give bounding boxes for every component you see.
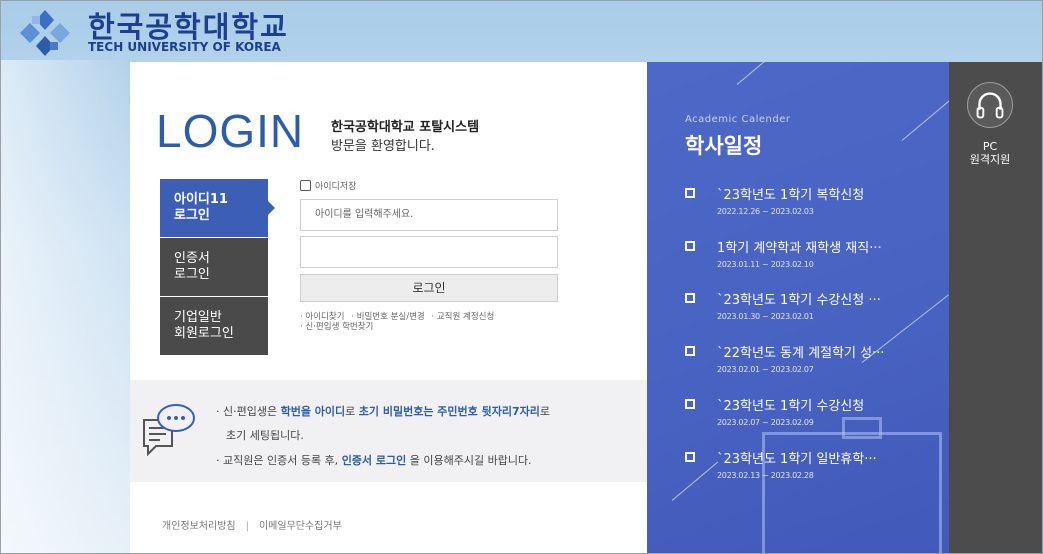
- academic-calendar-panel: Academic Calender 학사일정 `23학년도 1학기 복학신청 2…: [647, 62, 949, 554]
- notice-text: 로: [345, 405, 359, 418]
- staff-account-request-link[interactable]: · 교직원 계정신청: [431, 312, 494, 322]
- calendar-item-date: 2023.01.11 ~ 2023.02.10: [717, 260, 814, 269]
- remote-label-line: PC: [982, 140, 998, 153]
- calendar-item-title[interactable]: `23학년도 1학기 수강신청 ···: [717, 289, 933, 308]
- calendar-item-title[interactable]: `22학년도 동계 계절학기 성···: [717, 342, 933, 361]
- notice-text: 을 이용해주시길 바랍니다.: [406, 454, 532, 467]
- portal-name: 한국공학대학교 포탈시스템: [331, 120, 480, 135]
- decorative-line: [671, 461, 719, 501]
- university-logo-icon[interactable]: [16, 8, 74, 58]
- find-student-number-link[interactable]: · 신·편입생 학번찾기: [300, 322, 373, 332]
- square-bullet-icon: [685, 346, 695, 356]
- notice-line-2: 초기 세팅됩니다.: [226, 429, 304, 442]
- email-policy-link[interactable]: 이메일무단수집거부: [259, 521, 342, 532]
- calendar-item-date: 2022.12.26 ~ 2023.02.03: [717, 207, 814, 216]
- square-bullet-icon: [685, 399, 695, 409]
- calendar-title: 학사일정: [685, 134, 763, 158]
- square-bullet-icon: [685, 293, 695, 303]
- tab-label: 회원로그인: [174, 326, 234, 341]
- calendar-item-date: 2023.02.07 ~ 2023.02.09: [717, 418, 814, 427]
- notice-text: 로: [539, 405, 550, 418]
- header: 한국공학대학교 TECH UNIVERSITY OF KOREA: [0, 0, 1043, 62]
- find-id-link[interactable]: · 아이디찾기: [300, 312, 345, 322]
- login-button[interactable]: 로그인: [300, 274, 558, 302]
- login-panel: LOGIN 한국공학대학교 포탈시스템 방문을 환영합니다. 아이디11 로그인…: [130, 62, 647, 554]
- decorative-line: [901, 95, 949, 141]
- calendar-item-date: 2023.02.13 ~ 2023.02.28: [717, 471, 814, 480]
- square-bullet-icon: [685, 452, 695, 462]
- square-bullet-icon: [685, 188, 695, 198]
- tab-label: 아이디11: [174, 192, 228, 207]
- checkbox-box[interactable]: [300, 180, 311, 191]
- calendar-title-en: Academic Calender: [685, 114, 791, 125]
- calendar-item-date: 2023.02.01 ~ 2023.02.07: [717, 365, 814, 374]
- headphones-icon: [976, 92, 1004, 119]
- footer-links: 개인정보처리방침 | 이메일무단수집거부: [162, 517, 342, 532]
- password-reset-link[interactable]: · 비밀번호 분실/변경: [351, 312, 425, 322]
- logo-english-name[interactable]: TECH UNIVERSITY OF KOREA: [88, 40, 281, 54]
- footer-separator: |: [245, 521, 249, 532]
- pc-remote-support-panel[interactable]: PC 원격지원: [949, 62, 1043, 554]
- notice-box: · 신·편입생은 학번을 아이디로 초기 비밀번호는 주민번호 뒷자리7자리로 …: [130, 380, 647, 482]
- save-id-label: 아이디저장: [315, 182, 357, 192]
- account-links: · 아이디찾기 · 비밀번호 분실/변경 · 교직원 계정신청 · 신·편입생 …: [300, 312, 498, 332]
- notice-highlight: 학번을 아이디: [280, 405, 346, 418]
- password-input[interactable]: [300, 236, 558, 268]
- notice-text: · 교직원은 인증서 등록 후,: [216, 454, 342, 467]
- remote-label-line: 원격지원: [969, 153, 1011, 166]
- privacy-policy-link[interactable]: 개인정보처리방침: [162, 521, 236, 532]
- decorative-line: [736, 62, 784, 85]
- tab-label: 로그인: [174, 208, 210, 223]
- notice-line-3: · 교직원은 인증서 등록 후, 인증서 로그인 을 이용해주시길 바랍니다.: [216, 452, 532, 468]
- tab-corporate-member-login[interactable]: 기업일반 회원로그인: [160, 297, 268, 355]
- id-input[interactable]: 아이디를 입력해주세요.: [300, 199, 558, 231]
- remote-support-label[interactable]: PC 원격지원: [949, 140, 1031, 166]
- calendar-item-title[interactable]: `23학년도 1학기 일반휴학···: [717, 448, 933, 467]
- background-sky: [0, 60, 130, 554]
- remote-support-button[interactable]: [967, 82, 1013, 128]
- tab-id-login[interactable]: 아이디11 로그인: [160, 179, 275, 237]
- welcome-text: 방문을 환영합니다.: [331, 139, 435, 154]
- save-id-checkbox[interactable]: 아이디저장: [300, 179, 356, 192]
- tab-label: 로그인: [174, 267, 210, 282]
- notice-text: · 신·편입생은: [216, 405, 281, 418]
- calendar-item-title[interactable]: `23학년도 1학기 수강신청: [717, 395, 933, 414]
- tab-label: 인증서: [174, 251, 210, 266]
- notice-highlight: 초기 비밀번호는 주민번호 뒷자리7자리: [358, 405, 540, 418]
- building-outline: [842, 417, 882, 439]
- tab-label: 기업일반: [174, 310, 222, 325]
- square-bullet-icon: [685, 241, 695, 251]
- chat-bubble-icon: [143, 404, 195, 456]
- calendar-item-date: 2023.01.30 ~ 2023.02.01: [717, 312, 814, 321]
- notice-highlight: 인증서 로그인: [341, 454, 407, 467]
- tab-certificate-login[interactable]: 인증서 로그인: [160, 238, 268, 296]
- login-title: LOGIN: [156, 105, 305, 157]
- calendar-item-title[interactable]: 1학기 계약학과 재학생 재직···: [717, 237, 933, 256]
- calendar-item-title[interactable]: `23학년도 1학기 복학신청: [717, 184, 933, 203]
- notice-line-1: · 신·편입생은 학번을 아이디로 초기 비밀번호는 주민번호 뒷자리7자리로: [216, 403, 550, 419]
